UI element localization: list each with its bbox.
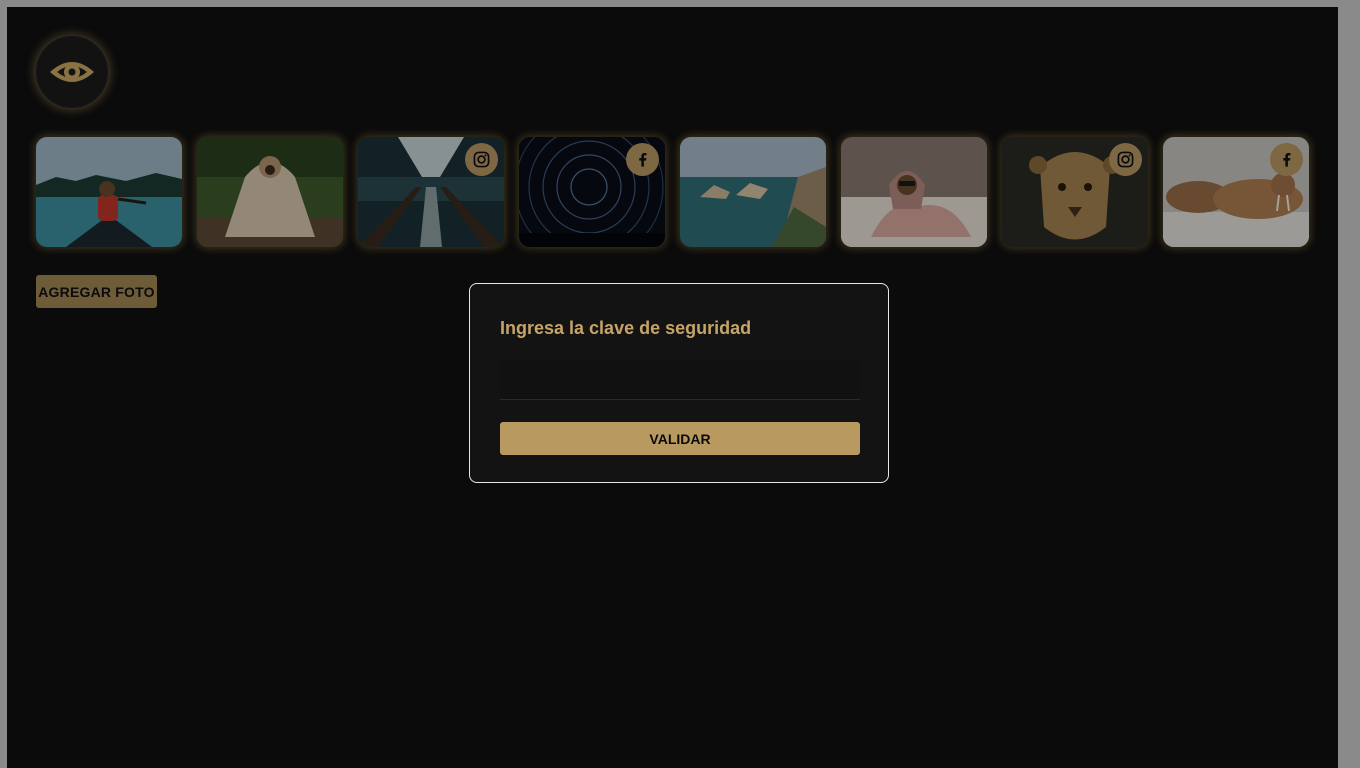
photo-card-cliffs[interactable] bbox=[680, 137, 826, 247]
photo-pug-forest bbox=[197, 137, 343, 247]
security-key-modal: Ingresa la clave de seguridad VALIDAR bbox=[469, 283, 889, 483]
photo-coastal-cliffs bbox=[680, 137, 826, 247]
photo-card-pug-forest[interactable] bbox=[197, 137, 343, 247]
eye-icon bbox=[50, 62, 94, 82]
modal-title: Ingresa la clave de seguridad bbox=[500, 318, 752, 338]
photo-pug-bed bbox=[841, 137, 987, 247]
photo-gallery bbox=[36, 137, 1310, 247]
facebook-icon bbox=[1283, 153, 1291, 167]
photo-card-escalators[interactable] bbox=[358, 137, 504, 247]
facebook-badge[interactable] bbox=[1270, 143, 1303, 176]
app-page: AGREGAR FOTO Ingresa la clave de segurid… bbox=[7, 7, 1338, 768]
photo-card-star-trails[interactable] bbox=[519, 137, 665, 247]
instagram-icon bbox=[473, 151, 490, 168]
facebook-icon bbox=[639, 153, 647, 167]
security-key-input[interactable] bbox=[500, 359, 860, 400]
photo-card-lioness[interactable] bbox=[1002, 137, 1148, 247]
add-photo-button[interactable]: AGREGAR FOTO bbox=[36, 275, 157, 308]
photo-canoe-lake bbox=[36, 137, 182, 247]
facebook-badge[interactable] bbox=[626, 143, 659, 176]
instagram-badge[interactable] bbox=[1109, 143, 1142, 176]
photo-card-walruses[interactable] bbox=[1163, 137, 1309, 247]
photo-card-pug-bed[interactable] bbox=[841, 137, 987, 247]
logo[interactable] bbox=[36, 36, 108, 108]
instagram-icon bbox=[1117, 151, 1134, 168]
validate-button[interactable]: VALIDAR bbox=[500, 422, 860, 455]
instagram-badge[interactable] bbox=[465, 143, 498, 176]
photo-card-canoe[interactable] bbox=[36, 137, 182, 247]
